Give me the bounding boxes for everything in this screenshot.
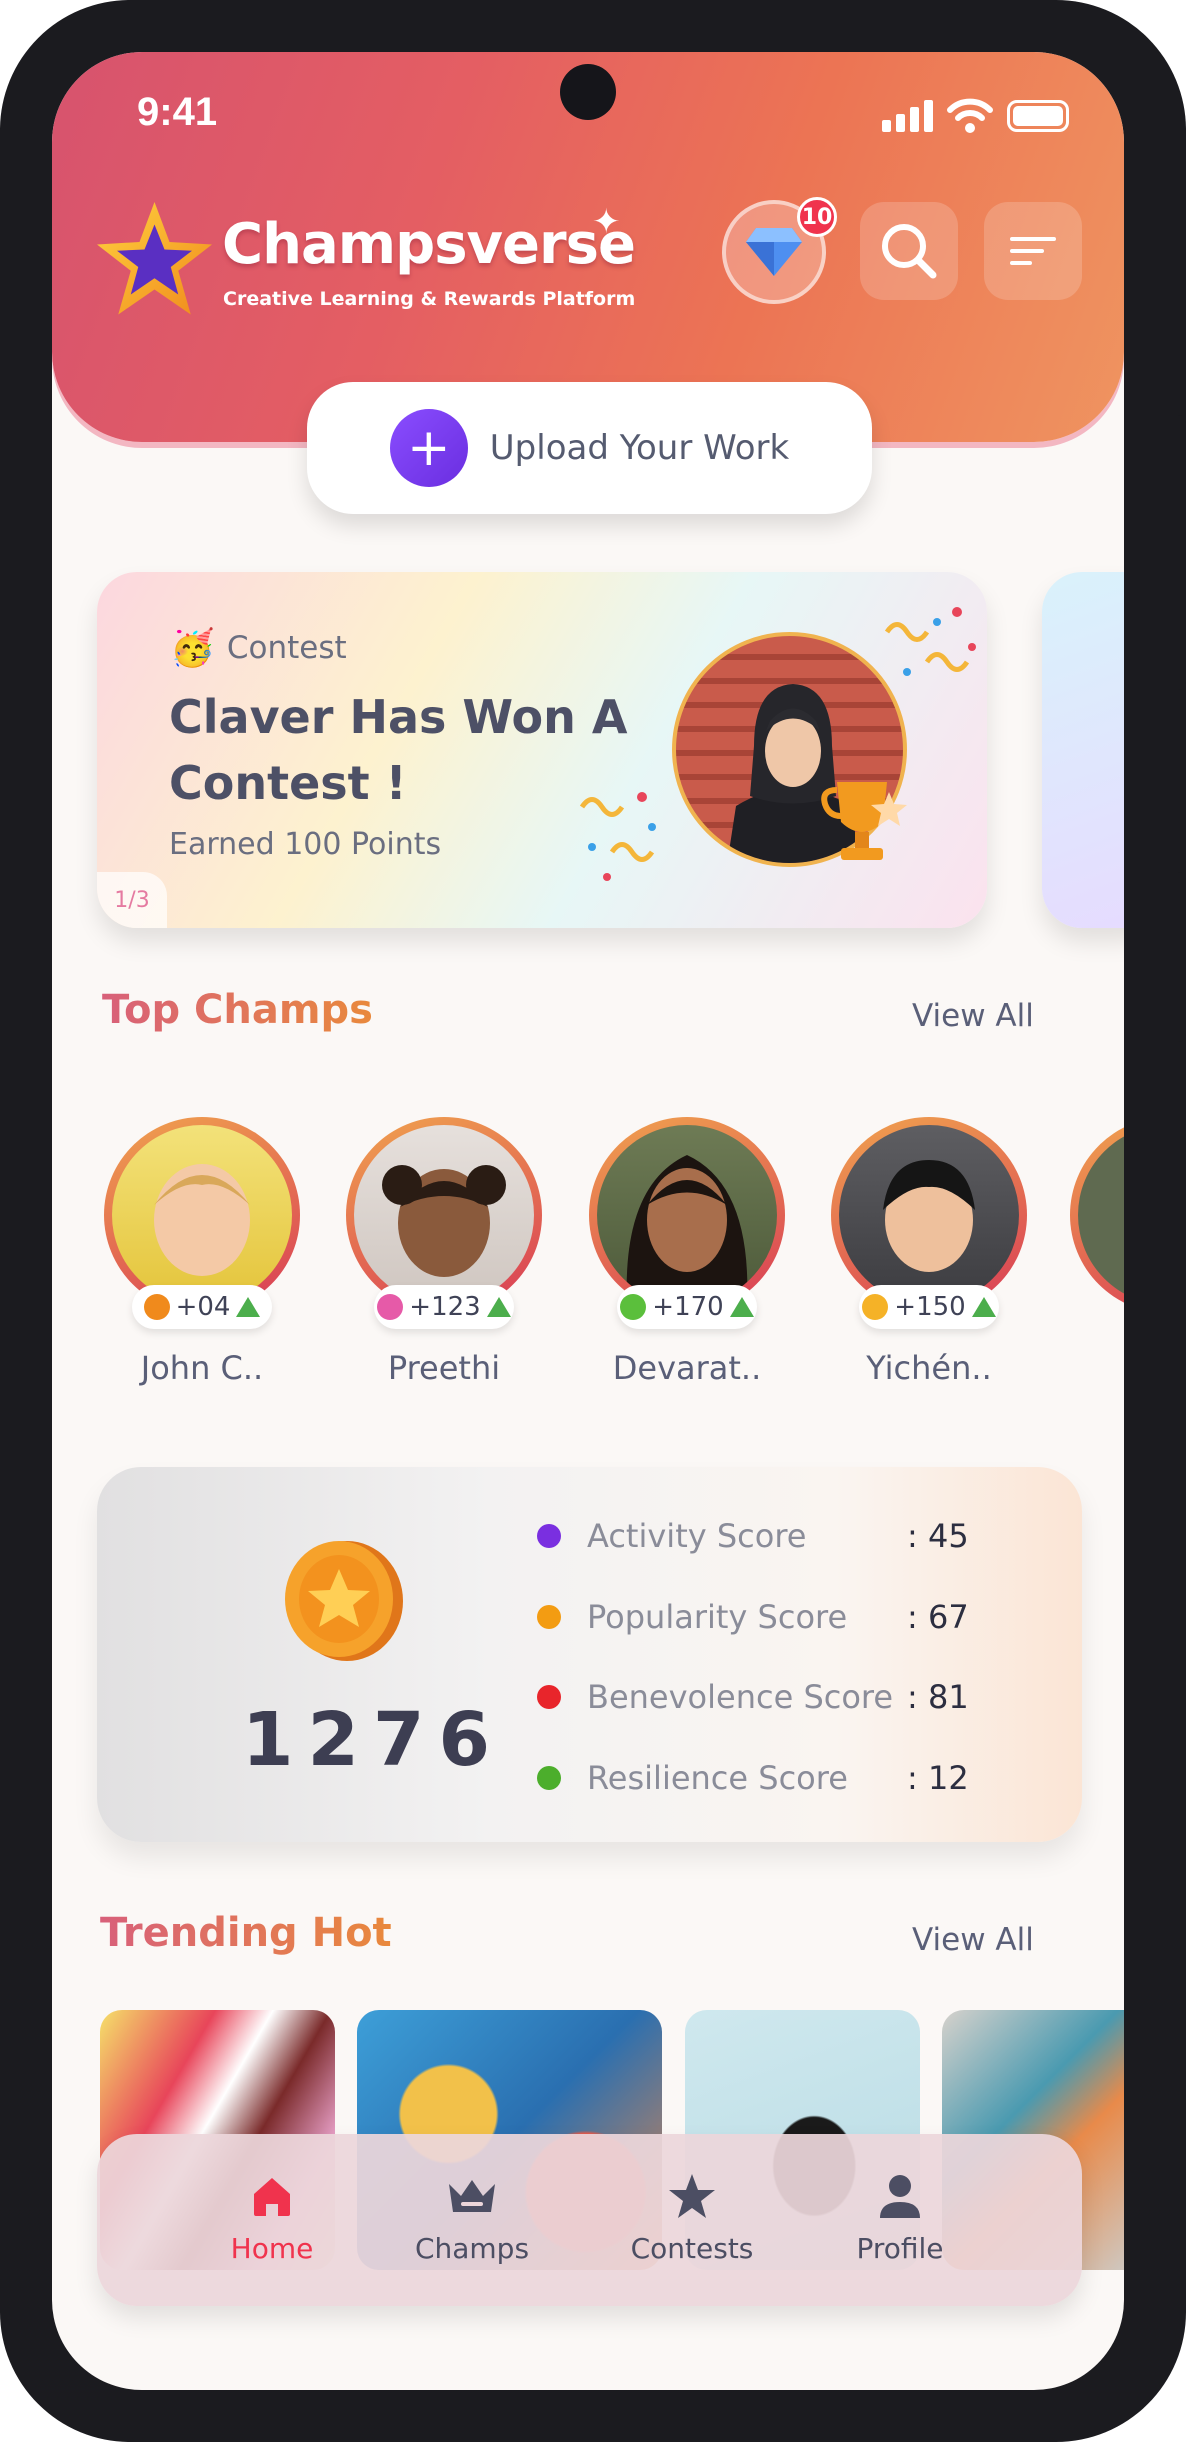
party-emoji-icon: 🥳 [170, 628, 215, 669]
champ-item[interactable]: +04 John C.. [102, 1117, 302, 1387]
side-button [1170, 415, 1186, 690]
top-champs-view-all-link[interactable]: View All [912, 998, 1034, 1034]
score-value: : 12 [907, 1759, 969, 1797]
contest-card-next[interactable] [1042, 572, 1124, 928]
badge-icon [143, 1294, 170, 1320]
trend-up-icon [236, 1297, 261, 1317]
champ-points: +170 [652, 1292, 724, 1322]
upload-work-button[interactable]: + Upload Your Work [307, 382, 872, 514]
score-label: Popularity Score [587, 1598, 848, 1636]
trophy-icon [821, 782, 907, 860]
champ-points: +150 [894, 1292, 966, 1322]
contest-title: Claver Has Won A Contest ! [169, 690, 628, 810]
score-value: : 81 [907, 1678, 969, 1716]
confetti-icon [884, 607, 976, 676]
upload-label: Upload Your Work [489, 428, 790, 468]
nav-label: Profile [856, 2232, 944, 2265]
score-label: Activity Score [587, 1517, 807, 1555]
champ-avatar [346, 1117, 542, 1313]
contest-subtitle: Earned 100 Points [169, 827, 442, 862]
home-icon [254, 2178, 290, 2216]
status-icons [882, 98, 1069, 134]
score-label: Resilience Score [587, 1759, 848, 1797]
menu-icon [1010, 229, 1056, 273]
champ-name: Yichén.. [866, 1349, 992, 1387]
score-row-activity: Activity Score : 45 [537, 1517, 969, 1555]
trend-up-icon [729, 1297, 754, 1317]
champ-avatar [831, 1117, 1027, 1313]
phone-frame: 9:41 Champsverse ✦ Creative Learning & R… [0, 0, 1186, 2442]
star-icon [669, 2174, 715, 2218]
score-row-popularity: Popularity Score : 67 [537, 1598, 969, 1636]
brand-tagline: Creative Learning & Rewards Platform [223, 288, 636, 310]
champ-points-badge: +170 [617, 1285, 757, 1329]
total-score: 1276 [242, 1697, 504, 1783]
butterfly-badge-icon [377, 1294, 404, 1320]
score-row-resilience: Resilience Score : 12 [537, 1759, 969, 1797]
bottom-nav: Home Champs Contests Profile [97, 2134, 1082, 2306]
popularity-dot [537, 1605, 561, 1629]
coin-icon [285, 1541, 403, 1661]
app-screen: 9:41 Champsverse ✦ Creative Learning & R… [52, 52, 1124, 2390]
score-value: : 45 [907, 1517, 969, 1555]
nav-label: Champs [414, 2232, 530, 2265]
champ-points: +123 [409, 1292, 481, 1322]
camera-cutout [560, 64, 616, 120]
champ-item[interactable]: +150 Yichén.. [829, 1117, 1029, 1387]
activity-dot [537, 1524, 561, 1548]
search-button[interactable] [860, 202, 958, 300]
logo-star-icon [97, 202, 212, 315]
contest-tag-label: Contest [226, 630, 347, 666]
champ-name: John C.. [140, 1349, 264, 1387]
nav-profile[interactable]: Profile [830, 2172, 970, 2265]
champ-item[interactable]: +170 Devarat.. [587, 1117, 787, 1387]
trend-up-icon [971, 1297, 996, 1317]
badge-icon [862, 1294, 889, 1320]
score-value: : 67 [907, 1598, 969, 1636]
notification-badge: 10 [797, 197, 837, 237]
menu-button[interactable] [984, 202, 1082, 300]
nav-label: Home [230, 2232, 314, 2265]
battery-icon [1007, 100, 1069, 132]
carousel-page-indicator: 1/3 [97, 872, 167, 928]
champ-item[interactable]: +123 Preethi [344, 1117, 544, 1387]
diamond-icon [746, 228, 802, 276]
score-row-benevolence: Benevolence Score : 81 [537, 1678, 969, 1716]
nav-champs[interactable]: Champs [402, 2172, 542, 2265]
nav-label: Contests [630, 2232, 754, 2265]
trending-hot-title: Trending Hot [100, 1910, 392, 1956]
champ-avatar [104, 1117, 300, 1313]
top-champs-title: Top Champs [102, 987, 373, 1033]
champ-points-badge: +150 [859, 1285, 999, 1329]
champ-name: Preethi [387, 1349, 501, 1387]
crown-icon [449, 2180, 495, 2212]
champ-item-partial[interactable] [1070, 1117, 1124, 1313]
champ-points: +04 [175, 1292, 231, 1322]
plus-icon: + [389, 409, 468, 487]
resilience-dot [537, 1766, 561, 1790]
confetti-icon [579, 792, 656, 881]
score-card: 1276 Activity Score : 45 Popularity Scor… [97, 1467, 1082, 1842]
contest-tag: 🥳 Contest [170, 627, 347, 669]
status-time: 9:41 [137, 90, 218, 134]
wifi-icon [947, 98, 993, 133]
side-button [1170, 872, 1186, 1042]
person-icon [880, 2175, 920, 2218]
champ-avatar [589, 1117, 785, 1313]
signal-icon [882, 100, 933, 132]
champ-points-badge: +123 [374, 1285, 514, 1329]
trend-up-icon [486, 1297, 511, 1317]
nav-home[interactable]: Home [202, 2172, 342, 2265]
star-badge-icon [620, 1294, 647, 1320]
score-label: Benevolence Score [587, 1678, 894, 1716]
champ-name: Devarat.. [612, 1349, 762, 1387]
search-icon [882, 224, 937, 279]
nav-contests[interactable]: Contests [622, 2172, 762, 2265]
benevolence-dot [537, 1685, 561, 1709]
brand-name: Champsverse [222, 212, 636, 277]
trending-view-all-link[interactable]: View All [912, 1922, 1034, 1958]
champ-points-badge: +04 [132, 1285, 272, 1329]
contest-card[interactable]: 🥳 Contest Claver Has Won A Contest ! Ear… [97, 572, 987, 928]
sparkle-icon: ✦ [592, 202, 621, 242]
